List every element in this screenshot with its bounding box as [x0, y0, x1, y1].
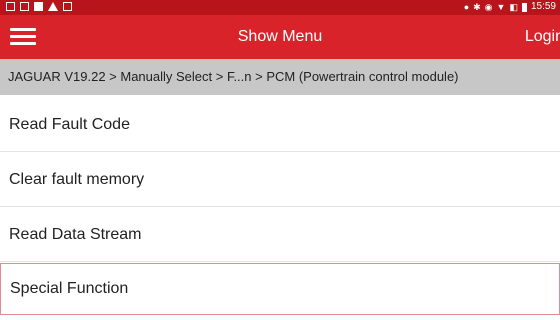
menu-item-clear-fault-memory[interactable]: Clear fault memory — [0, 152, 560, 207]
login-button[interactable]: Login — [525, 15, 560, 59]
notification-icon — [20, 2, 29, 11]
wifi-icon: ▼ — [496, 2, 506, 12]
menu-item-read-fault-code[interactable]: Read Fault Code — [0, 97, 560, 152]
location-icon: ● — [463, 2, 470, 12]
status-bar: ● ✱ ◉ ▼ ◧ 15:59 — [0, 0, 560, 15]
menu-item-read-data-stream[interactable]: Read Data Stream — [0, 207, 560, 262]
breadcrumb: JAGUAR V19.22 > Manually Select > F...n … — [0, 59, 560, 95]
system-icons: ● ✱ ◉ ▼ ◧ 15:59 — [464, 1, 556, 13]
clock: 15:59 — [530, 1, 556, 12]
notification-icon — [6, 2, 15, 11]
hamburger-menu-icon[interactable] — [10, 25, 38, 49]
app-bar: Show Menu Login — [0, 15, 560, 59]
signal-icon: ◧ — [509, 2, 518, 12]
notification-icon — [63, 2, 72, 11]
function-menu-list: Read Fault Code Clear fault memory Read … — [0, 97, 560, 315]
sync-icon: ◉ — [484, 2, 493, 12]
notification-icon — [34, 2, 43, 11]
notification-icons — [6, 2, 72, 11]
warning-icon — [48, 2, 58, 11]
battery-icon — [521, 2, 527, 12]
menu-item-special-function[interactable]: Special Function — [0, 263, 560, 315]
page-title: Show Menu — [237, 28, 323, 45]
bluetooth-icon: ✱ — [473, 2, 481, 12]
